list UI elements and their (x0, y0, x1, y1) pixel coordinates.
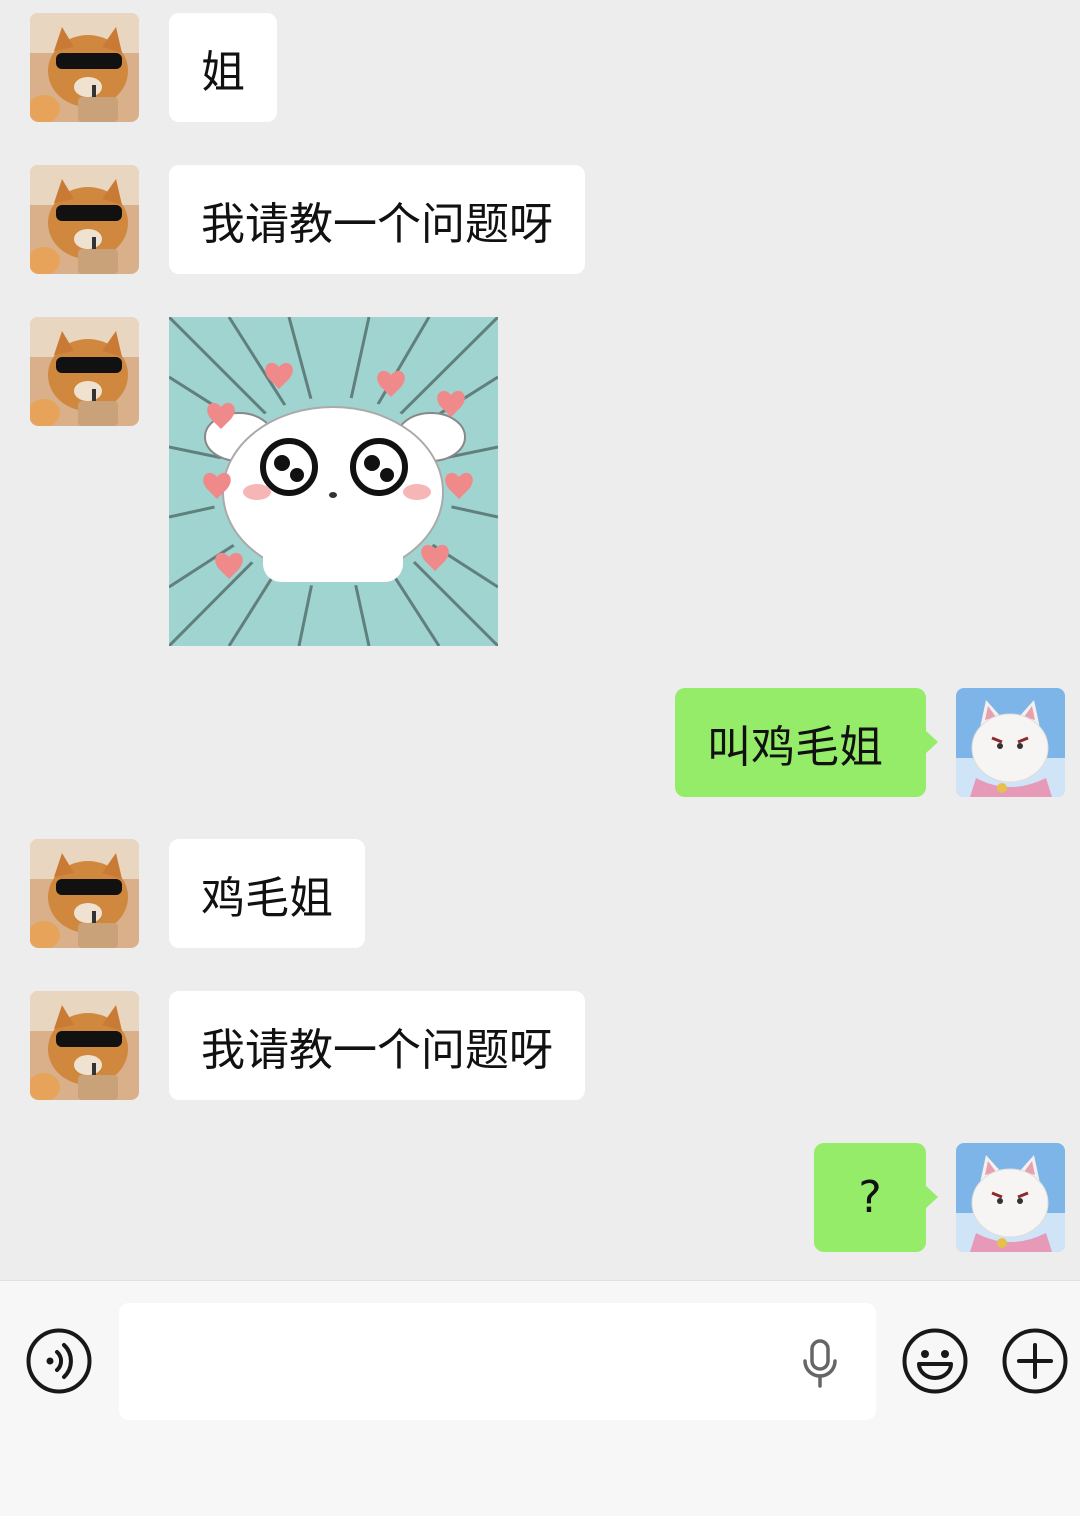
voice-toggle-button[interactable] (26, 1328, 92, 1394)
message-input[interactable] (119, 1303, 876, 1420)
message-bubble-outgoing[interactable]: 叫鸡毛姐 (675, 688, 938, 797)
contact-avatar[interactable] (30, 13, 139, 122)
voice-toggle-icon (26, 1328, 92, 1394)
cartoon-cat-avatar (956, 688, 1065, 797)
self-avatar[interactable] (956, 688, 1065, 797)
message-text: 叫鸡毛姐 (707, 721, 883, 773)
surprised-white-puppy-sticker (169, 317, 498, 646)
cat-sunglasses-avatar (30, 991, 139, 1100)
message-bubble-incoming[interactable]: 鸡毛姐 (169, 839, 365, 948)
microphone-icon (803, 1339, 837, 1388)
emoji-button[interactable] (902, 1328, 968, 1394)
message-bubble-incoming[interactable]: 我请教一个问题呀 (169, 165, 585, 274)
self-avatar[interactable] (956, 1143, 1065, 1252)
plus-icon (1002, 1328, 1068, 1394)
cat-sunglasses-avatar (30, 13, 139, 122)
message-text: 我请教一个问题呀 (201, 198, 553, 250)
message-text: ? (858, 1172, 882, 1223)
cat-sunglasses-avatar (30, 317, 139, 426)
contact-avatar[interactable] (30, 165, 139, 274)
message-text: 姐 (201, 46, 245, 98)
cat-sunglasses-avatar (30, 165, 139, 274)
message-text: 鸡毛姐 (201, 872, 333, 924)
emoji-icon (902, 1328, 968, 1394)
chat-area: 姐 我请教一个问题呀 叫鸡毛姐 鸡毛姐 我请教一个问题呀 ? (0, 0, 1080, 1280)
contact-avatar[interactable] (30, 991, 139, 1100)
cat-sunglasses-avatar (30, 839, 139, 948)
contact-avatar[interactable] (30, 839, 139, 948)
message-bubble-outgoing[interactable]: ? (814, 1143, 938, 1252)
input-bar (0, 1280, 1080, 1516)
contact-avatar[interactable] (30, 317, 139, 426)
microphone-button[interactable] (800, 1339, 840, 1389)
message-bubble-incoming[interactable]: 姐 (169, 13, 277, 122)
sticker-message[interactable] (169, 317, 498, 646)
more-functions-button[interactable] (1002, 1328, 1068, 1394)
cartoon-cat-avatar (956, 1143, 1065, 1252)
message-bubble-incoming[interactable]: 我请教一个问题呀 (169, 991, 585, 1100)
message-text: 我请教一个问题呀 (201, 1024, 553, 1076)
